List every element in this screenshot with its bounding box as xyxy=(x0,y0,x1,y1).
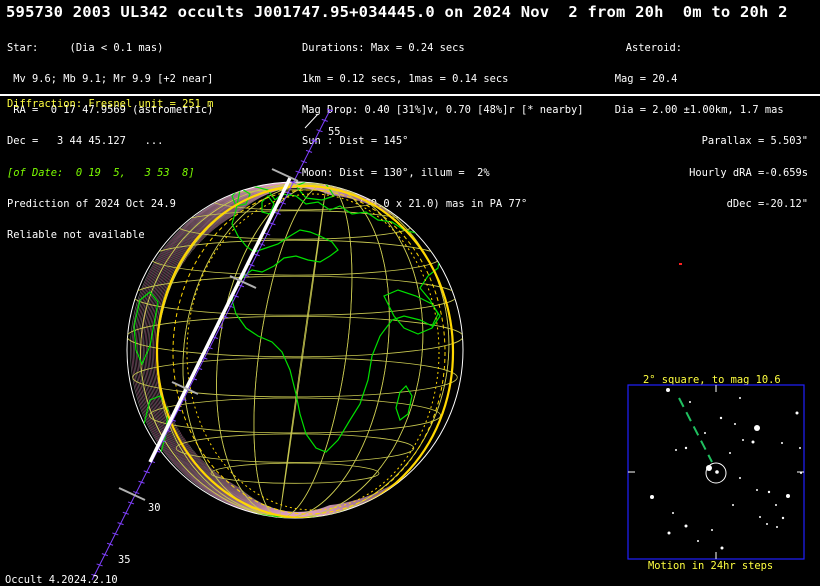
chart-star xyxy=(754,425,760,431)
chart-star xyxy=(781,442,783,444)
star-chart: 2° square, to mag 10.6 Motion in 24hr st… xyxy=(627,374,805,572)
time-tick xyxy=(271,168,299,182)
chart-star xyxy=(786,494,790,498)
chart-star xyxy=(734,423,736,425)
track-label-55: 55 xyxy=(328,126,341,138)
chart-star xyxy=(715,470,719,474)
chart-star xyxy=(775,504,777,506)
star-chart-caption: Motion in 24hr steps xyxy=(648,560,773,572)
chart-star xyxy=(711,529,713,531)
chart-star xyxy=(795,411,799,415)
chart-star xyxy=(672,512,674,514)
chart-star xyxy=(689,401,691,403)
chart-star xyxy=(704,432,706,434)
star-chart-title: 2° square, to mag 10.6 xyxy=(643,374,781,386)
chart-star xyxy=(650,495,654,499)
chart-star xyxy=(739,477,741,479)
footer-version: Occult 4.2024.2.10 xyxy=(5,574,118,586)
chart-star xyxy=(767,490,771,494)
star-field xyxy=(650,388,802,550)
chart-star xyxy=(739,397,741,399)
chart-star xyxy=(697,540,699,542)
asteroid-motion-line xyxy=(678,397,713,463)
chart-star xyxy=(776,526,778,528)
chart-star xyxy=(756,489,758,491)
chart-star xyxy=(719,416,723,420)
chart-star xyxy=(684,524,688,528)
chart-star xyxy=(667,531,671,535)
chart-star xyxy=(684,446,688,450)
tick-leader xyxy=(304,113,319,129)
chart-star xyxy=(729,452,731,454)
chart-star xyxy=(706,465,712,471)
chart-star xyxy=(800,472,802,474)
chart-star xyxy=(675,449,677,451)
chart-star xyxy=(732,504,734,506)
chart-star xyxy=(781,516,785,520)
chart-star xyxy=(751,440,755,444)
occultation-plot: 55 30 35 2° square, to mag 10.6 Motion i… xyxy=(91,108,805,581)
chart-star xyxy=(720,546,724,550)
chart-star xyxy=(742,439,744,441)
time-tick xyxy=(118,487,146,501)
track-label-35: 35 xyxy=(118,554,131,566)
chart-star xyxy=(759,516,761,518)
chart-star xyxy=(766,523,768,525)
red-marker xyxy=(679,263,682,265)
chart-star xyxy=(799,447,801,449)
chart-star xyxy=(666,388,670,392)
track-label-30: 30 xyxy=(148,502,161,514)
